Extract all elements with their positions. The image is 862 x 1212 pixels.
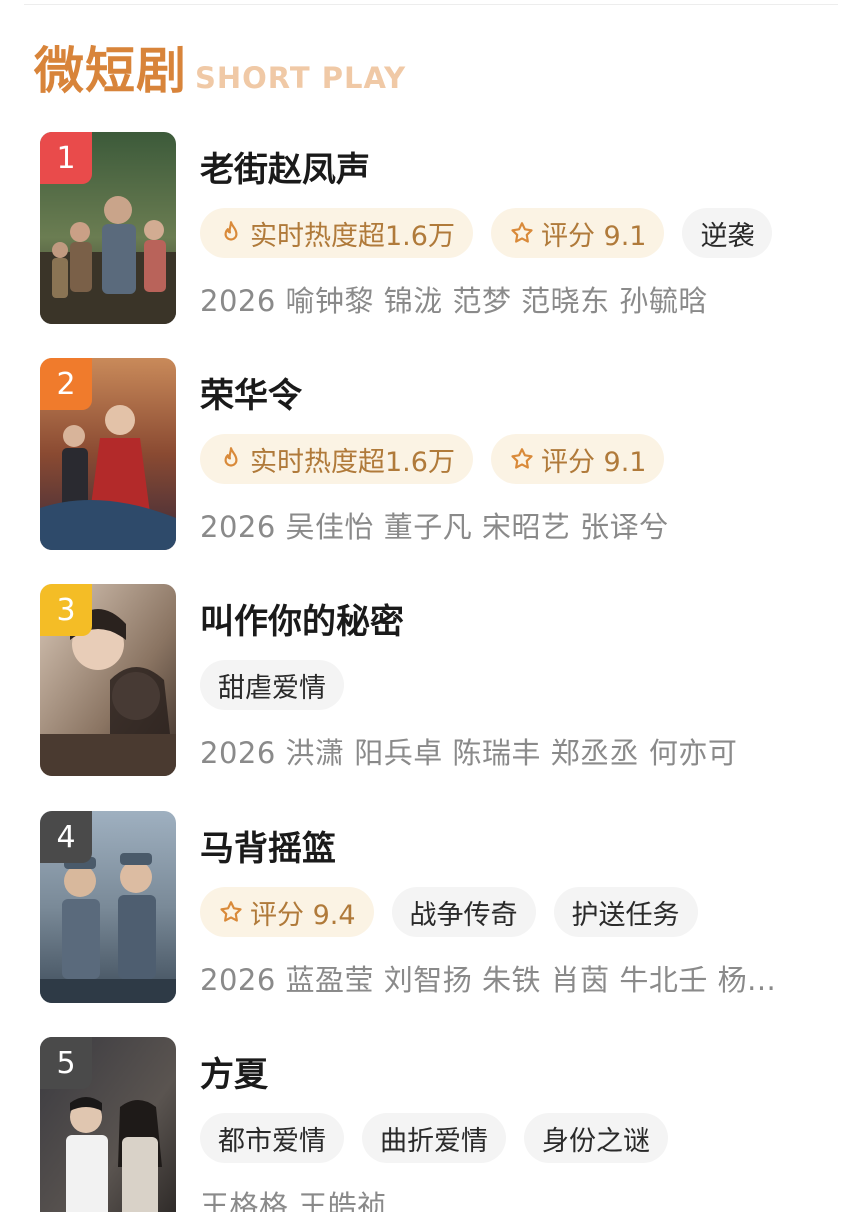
flame-icon bbox=[224, 447, 238, 467]
section-title: 微短剧 bbox=[34, 42, 187, 100]
genre-tag[interactable]: 甜虐爱情 bbox=[200, 660, 344, 710]
rating-tag: 评分 9.1 bbox=[490, 208, 665, 258]
rating-tag: 评分 9.4 bbox=[200, 887, 374, 937]
cast-meta: 王格格 王皓祯 bbox=[200, 1189, 387, 1212]
poster-image[interactable]: 3 bbox=[40, 584, 176, 776]
heat-label: 实时热度超1.6万 bbox=[250, 220, 455, 252]
list-item[interactable]: 3 叫作你的秘密 甜虐爱情 2026 洪潇 阳兵卓 陈瑞丰 郑丞丞 何亦可 bbox=[0, 584, 862, 784]
section-header: 微短剧 SHORT PLAY bbox=[34, 36, 406, 100]
poster-image[interactable]: 4 bbox=[40, 811, 176, 1003]
heat-tag: 实时热度超1.6万 bbox=[200, 434, 473, 484]
heat-tag: 实时热度超1.6万 bbox=[200, 208, 473, 258]
rank-badge: 5 bbox=[40, 1037, 92, 1089]
poster-image[interactable]: 5 bbox=[40, 1037, 176, 1212]
star-icon bbox=[220, 901, 242, 922]
drama-title[interactable]: 叫作你的秘密 bbox=[200, 594, 404, 643]
list-item[interactable]: 1 老街赵凤声 实时热度超1.6万 评分 9.1 逆袭 2026 喻钟黎 锦泷 … bbox=[0, 132, 862, 332]
genre-tag[interactable]: 都市爱情 bbox=[200, 1113, 344, 1163]
cast-meta: 2026 喻钟黎 锦泷 范梦 范晓东 孙毓晗 bbox=[200, 284, 708, 318]
genre-tag[interactable]: 护送任务 bbox=[553, 887, 698, 937]
rank-badge: 4 bbox=[40, 811, 92, 863]
star-icon bbox=[511, 448, 533, 469]
heat-label: 实时热度超1.6万 bbox=[250, 446, 455, 478]
cast-meta: 2026 蓝盈莹 刘智扬 朱铁 肖茵 牛北壬 杨... bbox=[200, 963, 777, 997]
genre-tag[interactable]: 曲折爱情 bbox=[362, 1113, 506, 1163]
tag-row: 评分 9.4 战争传奇 护送任务 bbox=[200, 887, 698, 937]
poster-image[interactable]: 2 bbox=[40, 358, 176, 550]
rating-label: 评分 9.1 bbox=[540, 446, 647, 478]
list-item[interactable]: 4 马背摇篮 评分 9.4 战争传奇 护送任务 2026 蓝盈莹 刘智扬 朱铁 … bbox=[0, 811, 862, 1011]
tag-row: 甜虐爱情 bbox=[200, 660, 344, 710]
flame-icon bbox=[224, 221, 238, 241]
genre-tag[interactable]: 逆袭 bbox=[682, 208, 773, 258]
star-icon bbox=[511, 222, 533, 243]
rank-badge: 3 bbox=[40, 584, 92, 636]
genre-tag[interactable]: 战争传奇 bbox=[391, 887, 536, 937]
cast-meta: 2026 吴佳怡 董子凡 宋昭艺 张译兮 bbox=[200, 510, 669, 544]
tag-row: 都市爱情 曲折爱情 身份之谜 bbox=[200, 1113, 668, 1163]
section-subtitle: SHORT PLAY bbox=[195, 61, 407, 95]
cast-meta: 2026 洪潇 阳兵卓 陈瑞丰 郑丞丞 何亦可 bbox=[200, 736, 738, 770]
top-divider bbox=[24, 4, 838, 5]
list-item[interactable]: 5 方夏 都市爱情 曲折爱情 身份之谜 王格格 王皓祯 bbox=[0, 1037, 862, 1212]
list-item[interactable]: 2 荣华令 实时热度超1.6万 评分 9.1 2026 吴佳怡 董子凡 宋昭艺 … bbox=[0, 358, 862, 558]
rating-tag: 评分 9.1 bbox=[490, 434, 665, 484]
rating-label: 评分 9.1 bbox=[540, 220, 647, 252]
drama-title[interactable]: 方夏 bbox=[200, 1047, 268, 1096]
drama-title[interactable]: 老街赵凤声 bbox=[200, 142, 370, 191]
drama-title[interactable]: 马背摇篮 bbox=[200, 821, 336, 870]
rating-label: 评分 9.4 bbox=[250, 899, 356, 931]
rank-badge: 2 bbox=[40, 358, 92, 410]
rank-badge: 1 bbox=[40, 132, 92, 184]
genre-tag[interactable]: 身份之谜 bbox=[524, 1113, 668, 1163]
tag-row: 实时热度超1.6万 评分 9.1 bbox=[200, 434, 665, 484]
tag-row: 实时热度超1.6万 评分 9.1 逆袭 bbox=[200, 208, 773, 258]
drama-title[interactable]: 荣华令 bbox=[200, 368, 302, 417]
poster-image[interactable]: 1 bbox=[40, 132, 176, 324]
